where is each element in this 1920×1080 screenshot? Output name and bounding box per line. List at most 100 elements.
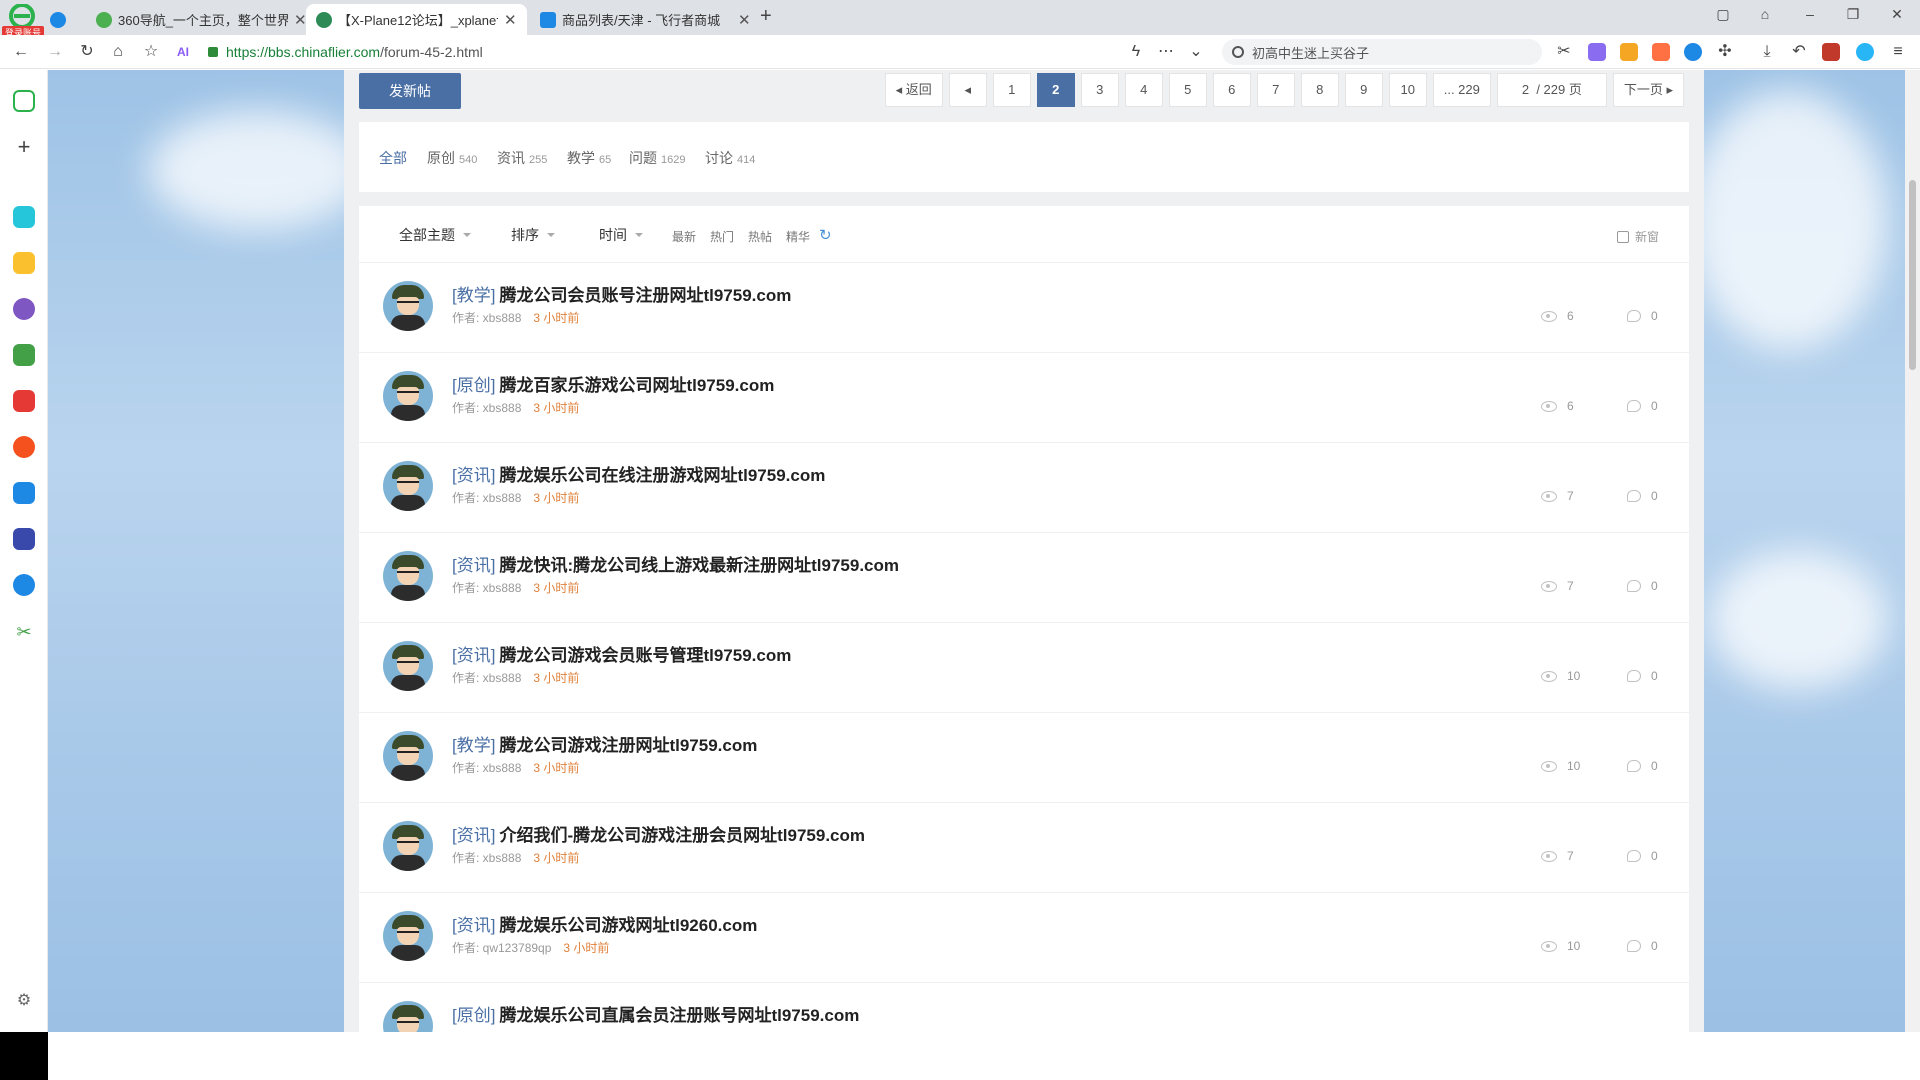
time-select[interactable]: 时间: [579, 220, 649, 250]
home-icon[interactable]: ⌂: [107, 41, 129, 63]
thread-title-text[interactable]: 腾龙娱乐公司在线注册游戏网址tl9759.com: [499, 466, 825, 485]
tab-xplane[interactable]: 【X-Plane12论坛】_xplane论坛 ✕: [306, 4, 527, 35]
thread-title[interactable]: [资讯] 腾龙娱乐公司游戏网址tl9260.com: [452, 911, 757, 936]
toolbox-icon[interactable]: [1822, 43, 1840, 61]
browser-icon[interactable]: [1856, 43, 1874, 61]
plus-app-icon[interactable]: [13, 206, 35, 228]
video-app-icon[interactable]: [13, 436, 35, 458]
last-page-button[interactable]: ... 229: [1432, 73, 1491, 107]
scissors-icon[interactable]: ✂: [1553, 41, 1575, 63]
back-arrow-icon[interactable]: ←: [10, 41, 32, 63]
ai-icon[interactable]: AI: [172, 41, 194, 63]
thread-row[interactable]: [资讯] 腾龙快讯:腾龙公司线上游戏最新注册网址tl9759.com 作者: xbs…: [359, 532, 1689, 622]
avatar[interactable]: [383, 641, 433, 691]
minimize-button[interactable]: –: [1800, 6, 1820, 22]
thread-title-text[interactable]: 腾龙百家乐游戏公司网址tl9759.com: [499, 376, 774, 395]
thread-category-tag[interactable]: [资讯]: [452, 826, 495, 845]
browser-logo[interactable]: 登录账号: [2, 3, 45, 39]
page-7[interactable]: 7: [1256, 73, 1295, 107]
filter-all[interactable]: 全部: [379, 148, 407, 168]
thread-title[interactable]: [原创] 腾龙娱乐公司直属会员注册账号网址tl9759.com: [452, 1001, 859, 1026]
page-8[interactable]: 8: [1300, 73, 1339, 107]
page-5[interactable]: 5: [1168, 73, 1207, 107]
add-icon[interactable]: +: [13, 136, 35, 158]
page-1[interactable]: 1: [992, 73, 1031, 107]
page-10[interactable]: 10: [1388, 73, 1427, 107]
avatar[interactable]: [383, 371, 433, 421]
download-icon[interactable]: ⤓: [1756, 41, 1778, 63]
chevron-down-icon[interactable]: ⌄: [1185, 41, 1207, 63]
tab-shop[interactable]: 商品列表/天津 - 飞行者商城 ✕: [530, 4, 761, 35]
more-icon[interactable]: ⋯: [1155, 41, 1177, 63]
thread-category-tag[interactable]: [资讯]: [452, 916, 495, 935]
thread-row[interactable]: [原创] 腾龙娱乐公司直属会员注册账号网址tl9759.com: [359, 982, 1689, 1032]
avatar[interactable]: [383, 281, 433, 331]
thread-row[interactable]: [资讯] 腾龙娱乐公司游戏网址tl9260.com 作者: qw123789qp 3 …: [359, 892, 1689, 982]
tab-360[interactable]: 360导航_一个主页，整个世界 ✕: [86, 4, 317, 35]
thread-author[interactable]: 作者: xbs888: [452, 671, 521, 685]
filter-original[interactable]: 原创 540: [427, 148, 477, 168]
thread-category-tag[interactable]: [原创]: [452, 376, 495, 395]
close-icon[interactable]: ✕: [504, 11, 517, 29]
star-app-icon[interactable]: [13, 252, 35, 274]
gear-icon[interactable]: ⚙: [13, 990, 35, 1012]
thread-row[interactable]: [教学] 腾龙公司游戏注册网址tl9759.com 作者: xbs888 3 小时前 1…: [359, 712, 1689, 802]
pinned-tab[interactable]: [50, 4, 70, 35]
thread-title-text[interactable]: 腾龙娱乐公司直属会员注册账号网址tl9759.com: [499, 1006, 859, 1025]
thread-category-tag[interactable]: [教学]: [452, 286, 495, 305]
thread-category-tag[interactable]: [资讯]: [452, 646, 495, 665]
filter-news[interactable]: 资讯 255: [497, 148, 547, 168]
sort-hot-post[interactable]: 热帖: [748, 228, 772, 245]
thread-title-text[interactable]: 介绍我们-腾龙公司游戏注册会员网址tl9759.com: [499, 826, 865, 845]
thread-row[interactable]: [原创] 腾龙百家乐游戏公司网址tl9759.com 作者: xbs888 3 小时前…: [359, 352, 1689, 442]
close-icon[interactable]: ✕: [294, 11, 307, 29]
avatar[interactable]: [383, 731, 433, 781]
home-icon[interactable]: [13, 90, 35, 112]
refresh-icon[interactable]: ↻: [819, 226, 832, 244]
doc-app-icon[interactable]: [13, 528, 35, 550]
thread-title[interactable]: [教学] 腾龙公司游戏注册网址tl9759.com: [452, 731, 757, 756]
thread-author[interactable]: 作者: xbs888: [452, 491, 521, 505]
avatar[interactable]: [383, 1001, 433, 1032]
sort-hot[interactable]: 热门: [710, 228, 734, 245]
close-window-button[interactable]: ✕: [1887, 6, 1907, 23]
thread-author[interactable]: 作者: qw123789qp: [452, 941, 551, 955]
thread-row[interactable]: [资讯] 腾龙公司游戏会员账号管理tl9759.com 作者: xbs888 3 小时…: [359, 622, 1689, 712]
avatar[interactable]: [383, 821, 433, 871]
new-tab-button[interactable]: +: [760, 5, 772, 28]
search-input[interactable]: 初高中生迷上买谷子: [1222, 39, 1542, 65]
page-4[interactable]: 4: [1124, 73, 1163, 107]
puzzle-icon[interactable]: ✣: [1714, 41, 1736, 63]
filter-tutorial[interactable]: 教学 65: [567, 148, 611, 168]
page-3[interactable]: 3: [1080, 73, 1119, 107]
avatar[interactable]: [383, 461, 433, 511]
thread-author[interactable]: 作者: xbs888: [452, 401, 521, 415]
ai-app-icon[interactable]: [13, 298, 35, 320]
back-button[interactable]: ◂ 返回: [884, 73, 943, 107]
new-post-button[interactable]: 发新帖: [359, 73, 461, 109]
forward-arrow-icon[interactable]: →: [44, 41, 66, 63]
scissors-icon[interactable]: ✂: [13, 622, 35, 644]
order-select[interactable]: 排序: [491, 220, 561, 250]
page-2-current[interactable]: 2: [1036, 73, 1075, 107]
tab-count-icon[interactable]: ▢: [1713, 6, 1733, 23]
thread-row[interactable]: [教学] 腾龙公司会员账号注册网址tl9759.com 作者: xbs888 3 小时…: [359, 262, 1689, 352]
close-icon[interactable]: ✕: [738, 11, 751, 29]
thread-title[interactable]: [资讯] 腾龙快讯:腾龙公司线上游戏最新注册网址tl9759.com: [452, 551, 899, 576]
thread-category-tag[interactable]: [教学]: [452, 736, 495, 755]
thread-author[interactable]: 作者: xbs888: [452, 851, 521, 865]
thread-title[interactable]: [资讯] 腾龙娱乐公司在线注册游戏网址tl9759.com: [452, 461, 825, 486]
thread-title[interactable]: [资讯] 介绍我们-腾龙公司游戏注册会员网址tl9759.com: [452, 821, 865, 846]
new-window-checkbox[interactable]: 新窗: [1616, 228, 1659, 245]
page-scrollbar[interactable]: [1905, 70, 1920, 1032]
sort-digest[interactable]: 精华: [786, 228, 810, 245]
translate-icon[interactable]: [13, 574, 35, 596]
thread-category-tag[interactable]: [资讯]: [452, 556, 495, 575]
thread-title-text[interactable]: 腾龙快讯:腾龙公司线上游戏最新注册网址tl9759.com: [499, 556, 899, 575]
avatar[interactable]: [383, 911, 433, 961]
page-6[interactable]: 6: [1212, 73, 1251, 107]
thread-title-text[interactable]: 腾龙公司会员账号注册网址tl9759.com: [499, 286, 791, 305]
sort-latest[interactable]: 最新: [672, 228, 696, 245]
edit-app-icon[interactable]: [13, 482, 35, 504]
filter-discussion[interactable]: 讨论 414: [705, 148, 755, 168]
